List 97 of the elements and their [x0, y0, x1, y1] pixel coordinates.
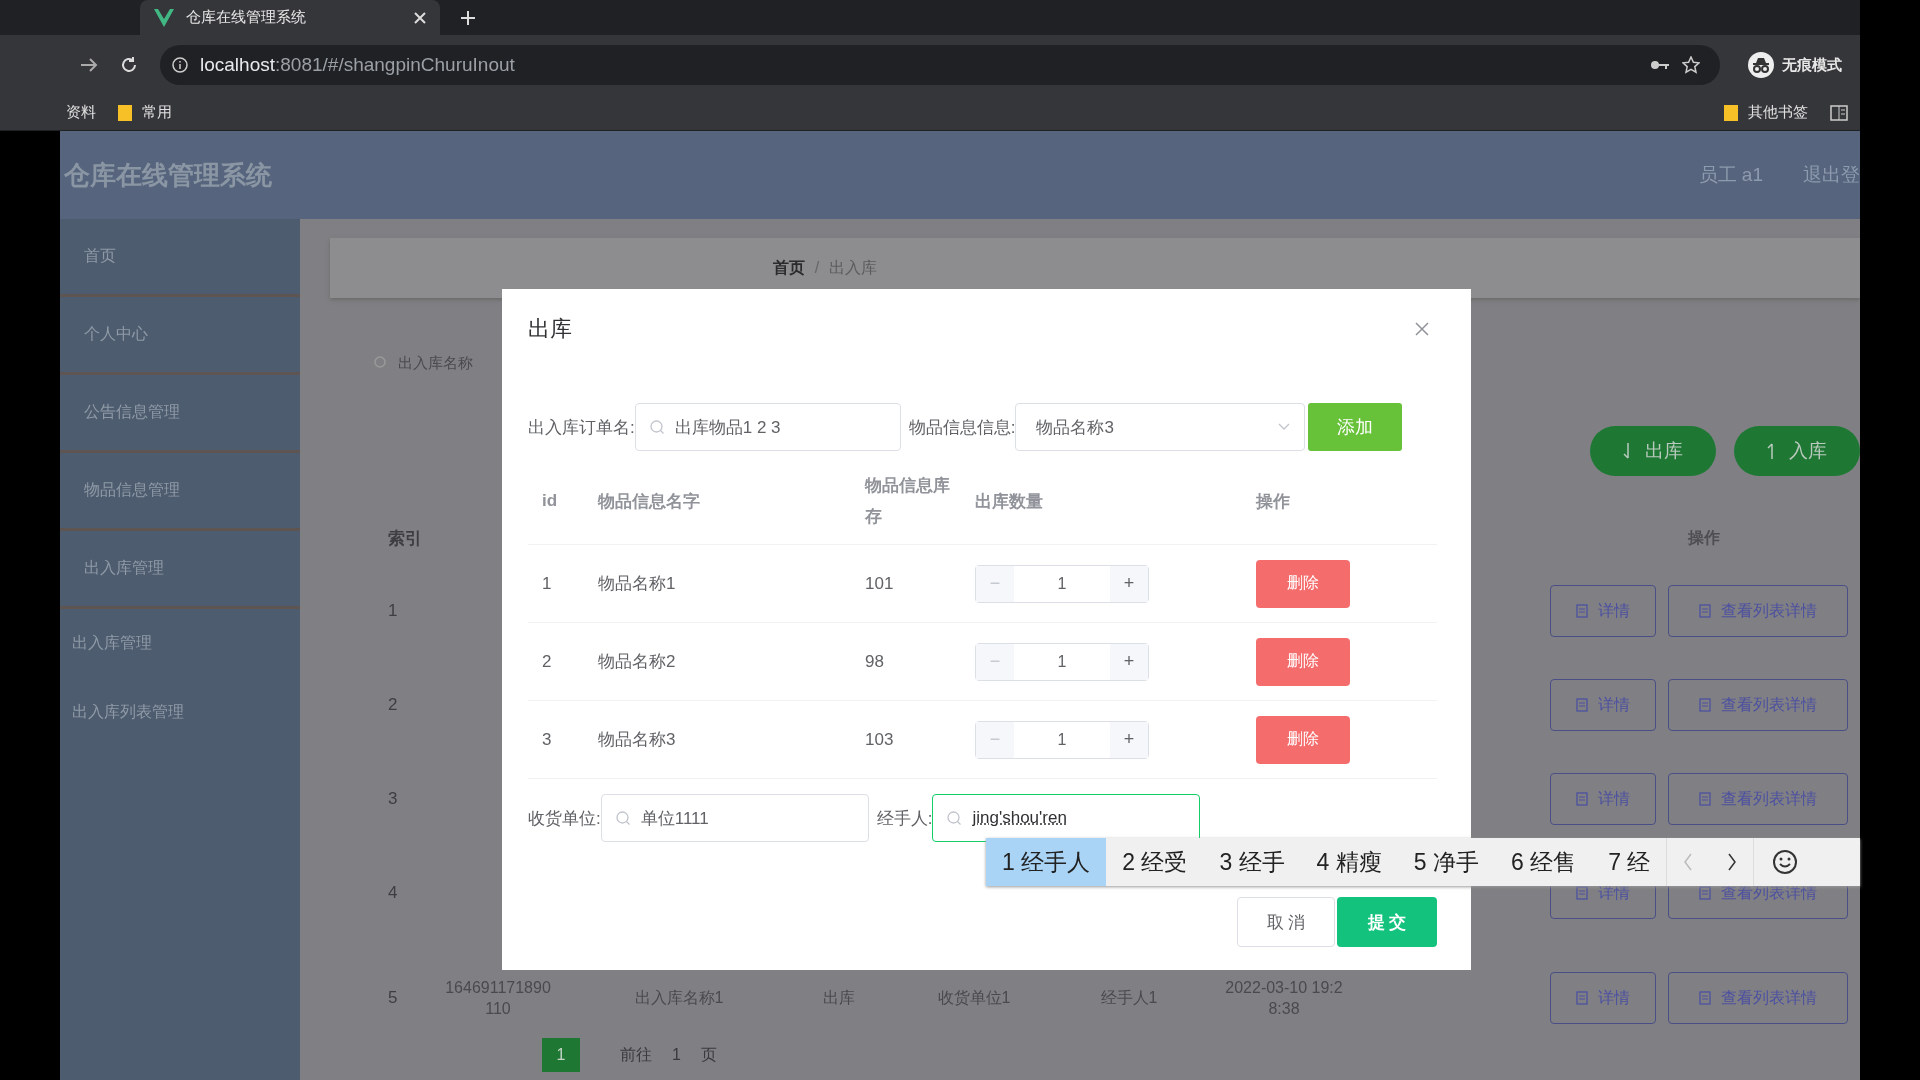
table-cell-text: 2	[388, 695, 399, 715]
page-unit: 页	[700, 1044, 717, 1065]
table-cell-text: 5	[388, 988, 399, 1008]
item-select[interactable]: 物品名称3	[1015, 403, 1306, 451]
incognito-badge[interactable]: 无痕模式	[1748, 52, 1842, 78]
tab-title: 仓库在线管理系统	[186, 8, 307, 27]
table-cell-text: 物品名称1	[597, 573, 677, 595]
incognito-icon	[1748, 52, 1774, 78]
reading-list-icon[interactable]	[1830, 104, 1848, 121]
browser-tab[interactable]: 仓库在线管理系统	[140, 0, 440, 35]
incognito-label: 无痕模式	[1782, 55, 1842, 75]
delete-button[interactable]: 删除	[1256, 559, 1350, 608]
table-cell-text: 1	[541, 573, 553, 594]
document-icon	[1699, 792, 1711, 806]
table-cell-text: 物品名称2	[597, 651, 677, 673]
sidebar-subitem[interactable]: 出入库列表管理	[60, 678, 300, 747]
field-label: 出入库订单名:	[528, 416, 635, 439]
url-text: localhost:8081/#/shangpinChuruInout	[200, 54, 515, 76]
document-icon	[1576, 698, 1588, 712]
reload-icon[interactable]	[120, 56, 138, 74]
table-cell-text: 101	[864, 573, 895, 595]
column-header: 操作	[1254, 490, 1291, 513]
document-icon	[1576, 792, 1588, 806]
table-cell-text: 1	[388, 601, 399, 621]
quantity-stepper[interactable]: − 1 +	[975, 564, 1149, 603]
sidebar-item[interactable]: 个人中心	[60, 297, 300, 375]
ime-candidate[interactable]: 3 经手	[1203, 838, 1301, 886]
page-input[interactable]: 1	[672, 1046, 681, 1064]
field-label: 收货单位:	[528, 807, 601, 830]
logout-link[interactable]: 退出登	[1803, 162, 1860, 188]
ime-candidate[interactable]: 1 经手人	[986, 838, 1107, 886]
increment-button[interactable]: +	[1110, 643, 1148, 680]
chevron-right-icon[interactable]	[1727, 853, 1738, 871]
table-cell-text: 2	[541, 651, 553, 672]
ime-candidate[interactable]: 4 精瘦	[1300, 838, 1398, 886]
table-cell-text: 98	[864, 651, 885, 673]
decrement-button[interactable]: −	[976, 721, 1014, 758]
bookmark[interactable]: 其他书签	[1724, 103, 1808, 122]
ime-candidate[interactable]: 5 净手	[1397, 838, 1495, 886]
toolbar-button[interactable]: 入库	[1734, 426, 1860, 476]
column-header: 物品信息名字	[596, 490, 701, 513]
star-icon[interactable]	[1682, 56, 1700, 74]
key-icon[interactable]	[1650, 59, 1670, 71]
table-cell-text: 4	[388, 883, 399, 903]
cancel-button[interactable]: 取 消	[1237, 897, 1335, 947]
field-label: 物品信息信息:	[908, 416, 1016, 439]
field-label: 经手人:	[876, 807, 933, 830]
dialog-title: 出库	[528, 315, 572, 343]
quantity-stepper[interactable]: − 1 +	[975, 720, 1149, 759]
increment-button[interactable]: +	[1110, 721, 1148, 758]
page-number[interactable]: 1	[542, 1038, 580, 1072]
add-button[interactable]: 添加	[1308, 403, 1403, 451]
toolbar-button[interactable]: 出库	[1590, 426, 1716, 476]
goto-label: 前往	[620, 1044, 652, 1065]
sidebar-item[interactable]: 首页	[60, 219, 300, 297]
new-tab-icon[interactable]	[460, 9, 476, 26]
document-icon	[1576, 886, 1588, 900]
document-icon	[1576, 991, 1588, 1005]
table-cell-text: 3	[541, 729, 553, 750]
delete-button[interactable]: 删除	[1256, 637, 1350, 686]
sidebar-item[interactable]: 公告信息管理	[60, 375, 300, 453]
document-icon	[1699, 886, 1711, 900]
document-icon	[1699, 698, 1711, 712]
breadcrumb-separator: /	[814, 259, 820, 277]
decrement-button[interactable]: −	[976, 565, 1014, 602]
bookmark[interactable]: 常用	[118, 103, 172, 122]
sidebar-subitem[interactable]: 出入库管理	[60, 609, 300, 678]
table-cell-text: 3	[388, 789, 399, 809]
info-icon	[172, 57, 188, 73]
table-cell-text: 物品名称3	[597, 729, 677, 751]
forward-icon[interactable]	[80, 57, 98, 73]
document-icon	[1699, 991, 1711, 1005]
table-cell-text: 103	[864, 729, 895, 751]
breadcrumb-item[interactable]: 首页	[772, 257, 805, 279]
quantity-stepper[interactable]: − 1 +	[975, 642, 1149, 681]
column-header: 索引	[388, 527, 423, 550]
submit-button[interactable]: 提 交	[1337, 897, 1437, 947]
increment-button[interactable]: +	[1110, 565, 1148, 602]
sidebar-item[interactable]: 物品信息管理	[60, 453, 300, 531]
sidebar-item[interactable]: 出入库管理	[60, 531, 300, 609]
receiver-field[interactable]: 单位1111	[600, 794, 869, 842]
column-header: 物品信息库存	[863, 475, 951, 528]
folder-icon	[118, 104, 132, 121]
user-name: 员工 a1	[1698, 163, 1763, 187]
address-bar[interactable]: localhost:8081/#/shangpinChuruInout	[160, 45, 1720, 85]
delete-button[interactable]: 删除	[1256, 715, 1350, 764]
smiley-icon[interactable]	[1772, 849, 1799, 875]
order-name-field[interactable]: 出库物品1 2 3	[634, 403, 901, 451]
column-header: id	[541, 491, 559, 511]
v-logo-icon	[154, 8, 174, 27]
decrement-button[interactable]: −	[976, 643, 1014, 680]
bookmark[interactable]: 资料	[66, 103, 96, 122]
document-icon	[1576, 604, 1588, 618]
document-icon	[1699, 604, 1711, 618]
chevron-down-icon	[1278, 423, 1291, 431]
folder-icon	[1724, 104, 1738, 121]
column-header: 出库数量	[974, 490, 1044, 513]
